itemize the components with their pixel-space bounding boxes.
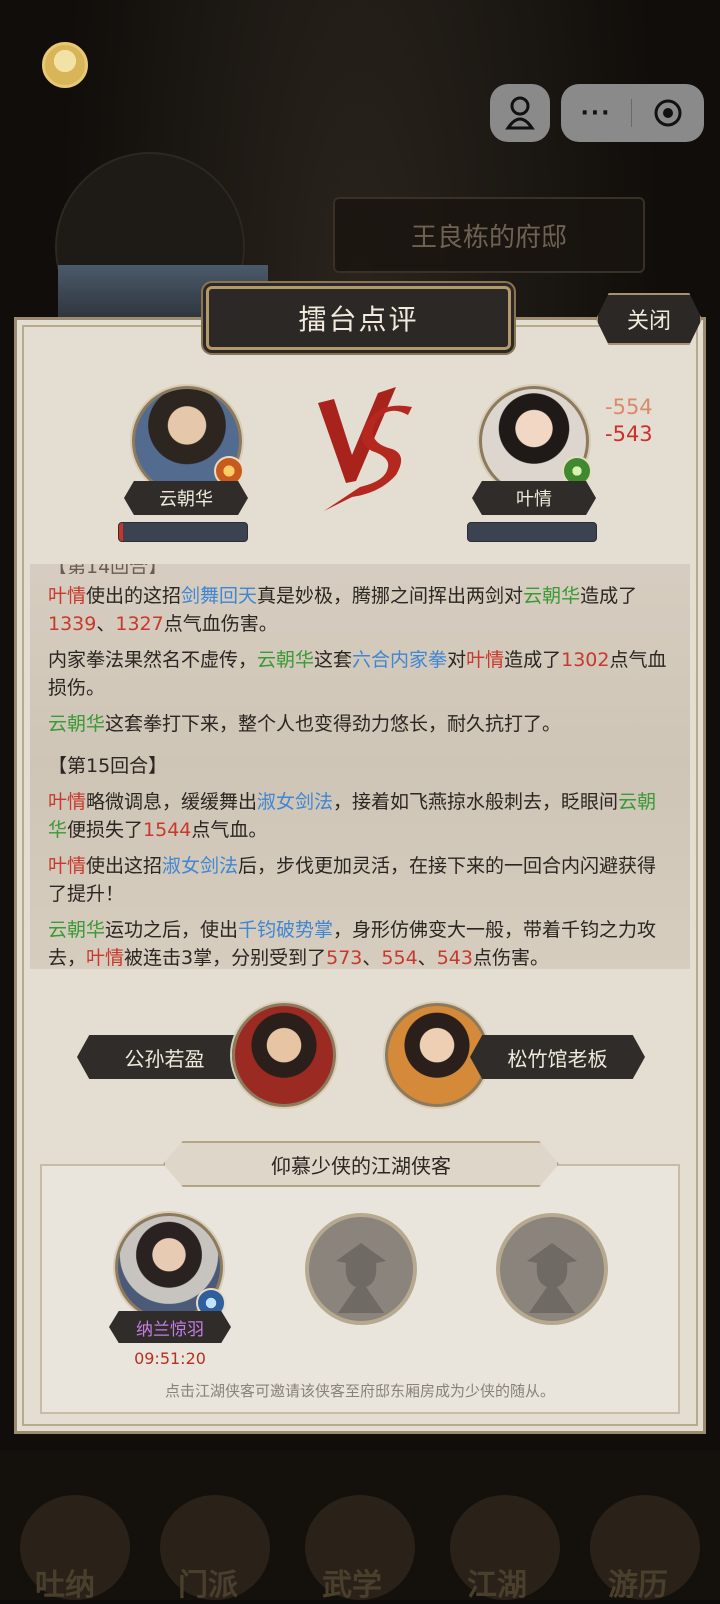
log-text: 这套拳打下来，整个人也变得劲力悠长，耐久抗打了。	[105, 713, 562, 735]
target-icon	[654, 99, 682, 127]
mansion-title: 王良栋的府邸	[333, 197, 645, 273]
highlight-text: 叶情	[48, 855, 87, 877]
more-menu-button[interactable]: ···	[561, 101, 631, 126]
vs-icon	[318, 387, 412, 511]
skill-name: 剑舞回天	[181, 585, 258, 607]
log-text: 便损失了	[67, 819, 144, 841]
skill-name: 六合内家拳	[352, 649, 448, 671]
log-entry: 内家拳法果然名不虚传，云朝华这套六合内家拳对叶情造成了1302点气血损伤。	[48, 646, 672, 702]
mini-program-capsule: ···	[561, 84, 704, 142]
fighter-right-hp-bar	[467, 522, 597, 542]
silhouette-icon	[527, 1243, 577, 1313]
log-text: 点伤害。	[472, 947, 549, 969]
highlight-text: 554	[381, 947, 418, 969]
combat-log[interactable]: 【第14回合】叶情使出的这招剑舞回天真是妙极，腾挪之间挥出两剑对云朝华造成了13…	[30, 564, 690, 969]
modal-title: 擂台点评	[206, 286, 511, 350]
log-round-header: 【第15回合】	[48, 752, 672, 780]
supporter-left-avatar[interactable]	[232, 1003, 336, 1107]
nav-label-menpai: 门派	[178, 1568, 238, 1603]
admirer-name: 纳兰惊羽	[109, 1311, 231, 1343]
log-entry: 叶情使出这招淑女剑法后，步伐更加灵活，在接下来的一回合内闪避获得了提升！	[48, 852, 672, 908]
hp-fill	[119, 523, 123, 541]
log-text: 运功之后，使出	[105, 919, 239, 941]
log-entry: 云朝华这套拳打下来，整个人也变得劲力悠长，耐久抗打了。	[48, 710, 672, 738]
fighter-left-hp-bar	[118, 522, 248, 542]
log-entry: 叶情使出的这招剑舞回天真是妙极，腾挪之间挥出两剑对云朝华造成了 1339、1327…	[48, 582, 672, 638]
supporter-right-name: 松竹馆老板	[470, 1035, 645, 1079]
skill-name: 淑女剑法	[162, 855, 239, 877]
player-avatar-icon[interactable]	[42, 42, 88, 88]
log-text: 略微调息，缓缓舞出	[86, 791, 258, 813]
highlight-text: 1339	[48, 613, 97, 635]
ally-name: 云朝华	[48, 713, 106, 735]
log-entry: 云朝华运功之后，使出千钧破势掌，身形仿佛变大一般，带着千钧之力攻去，叶情被连击3…	[48, 916, 672, 969]
log-text: 这套	[314, 649, 353, 671]
close-button[interactable]: 关闭	[596, 293, 702, 345]
ally-name: 云朝华	[257, 649, 315, 671]
log-text: 、	[362, 947, 382, 969]
log-text: 使出这招	[86, 855, 163, 877]
admirer-timer: 09:51:20	[134, 1349, 206, 1368]
nav-label-tuna: 吐纳	[35, 1568, 95, 1603]
highlight-text: 叶情	[86, 947, 125, 969]
highlight-text: 叶情	[48, 585, 87, 607]
log-text: 造成了	[580, 585, 638, 607]
nav-label-wuxue: 武学	[322, 1568, 382, 1603]
admirers-hint: 点击江湖侠客可邀请该侠客至府邸东厢房成为少侠的随从。	[164, 1382, 555, 1400]
highlight-text: 1544	[143, 819, 192, 841]
log-round-header-partial: 【第14回合】	[48, 564, 672, 574]
damage-popup: -554	[605, 395, 653, 419]
log-text: 【第14回合】	[48, 564, 167, 574]
supporter-left-name: 公孙若盈	[77, 1035, 252, 1079]
ally-name: 云朝华	[48, 919, 106, 941]
log-text: 、	[96, 613, 116, 635]
silhouette-icon	[336, 1243, 386, 1313]
highlight-text: 叶情	[48, 791, 87, 813]
log-text: 被连击3掌，分别受到了	[124, 947, 327, 969]
skill-name: 淑女剑法	[257, 791, 334, 813]
log-text: 【第15回合】	[48, 755, 168, 777]
log-text: 造成了	[504, 649, 562, 671]
fighter-left-name: 云朝华	[124, 481, 248, 515]
ally-name: 云朝华	[523, 585, 581, 607]
log-text: 真是妙极，腾挪之间挥出两剑对	[257, 585, 524, 607]
highlight-text: 543	[436, 947, 473, 969]
profile-button[interactable]	[490, 84, 550, 142]
log-text: ，接着如飞燕掠水般刺去，眨眼间	[333, 791, 619, 813]
highlight-text: 1327	[115, 613, 164, 635]
log-text: 点气血伤害。	[163, 613, 278, 635]
highlight-text: 1302	[561, 649, 610, 671]
log-entry: 叶情略微调息，缓缓舞出淑女剑法，接着如飞燕掠水般刺去，眨眼间云朝华便损失了154…	[48, 788, 672, 844]
damage-popup: -543	[605, 422, 653, 446]
close-program-button[interactable]	[632, 98, 704, 128]
highlight-text: 叶情	[466, 649, 505, 671]
fighter-right-name: 叶情	[472, 481, 596, 515]
admirers-title: 仰慕少侠的江湖侠客	[163, 1141, 559, 1187]
log-text: 内家拳法果然名不虚传，	[48, 649, 258, 671]
nav-label-jianghu: 江湖	[467, 1568, 527, 1603]
skill-name: 千钧破势掌	[238, 919, 334, 941]
log-text: 、	[417, 947, 437, 969]
person-icon	[505, 96, 535, 130]
empty-admirer-slot	[496, 1213, 608, 1325]
highlight-text: 573	[326, 947, 363, 969]
empty-admirer-slot	[305, 1213, 417, 1325]
log-text: 对	[447, 649, 467, 671]
nav-label-youli: 游历	[608, 1568, 668, 1603]
log-text: 使出的这招	[86, 585, 182, 607]
log-text: 点气血。	[191, 819, 268, 841]
